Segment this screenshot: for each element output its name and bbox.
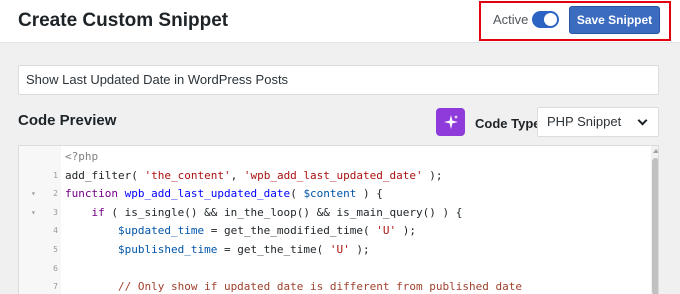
ai-generate-button[interactable]: [436, 108, 465, 136]
code-line[interactable]: 7 // Only show if updated date is differ…: [19, 276, 639, 294]
line-number: 7: [53, 282, 58, 292]
toggle-knob: [544, 13, 557, 26]
active-label: Active: [493, 12, 529, 27]
code-text: // Only show if updated date is differen…: [65, 280, 522, 294]
code-type-select[interactable]: PHP Snippet: [537, 107, 659, 137]
snippet-title-input[interactable]: Show Last Updated Date in WordPress Post…: [18, 65, 659, 95]
code-editor[interactable]: <?php 1 add_filter( 'the_content', 'wpb_ad…: [18, 145, 659, 294]
active-toggle[interactable]: [532, 11, 559, 28]
code-type-value: PHP Snippet: [547, 114, 622, 129]
code-preview-label: Code Preview: [18, 112, 117, 129]
sparkle-icon: [443, 115, 458, 129]
header-bar: Create Custom Snippet Active Save Snippe…: [0, 0, 680, 43]
editor-scrollbar[interactable]: [651, 146, 658, 294]
scroll-up-arrow-icon[interactable]: [653, 149, 658, 153]
save-snippet-button[interactable]: Save Snippet: [569, 6, 660, 34]
page-title: Create Custom Snippet: [18, 10, 229, 31]
chevron-down-icon: [637, 115, 648, 126]
scrollbar-thumb[interactable]: [652, 158, 658, 294]
code-type-label: Code Type: [475, 116, 541, 131]
